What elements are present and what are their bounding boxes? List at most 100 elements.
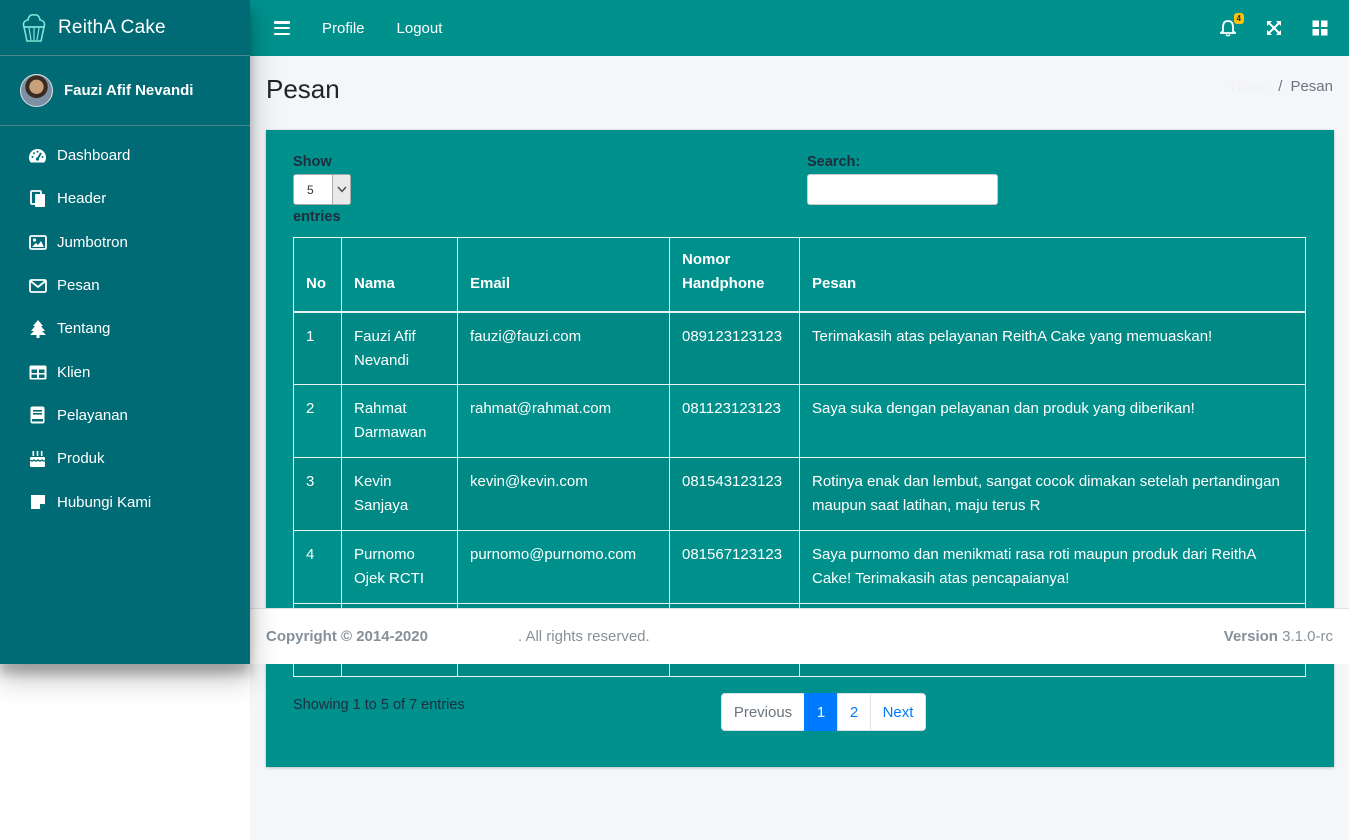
version-info: Version 3.1.0-rc	[1224, 628, 1333, 645]
show-label: Show	[293, 154, 332, 170]
copyright-text: Copyright © 2014-2020	[266, 628, 428, 645]
pesan-card: Show 5 entries Search: No Nama Email Nom…	[266, 130, 1334, 767]
avatar	[20, 74, 53, 107]
page-title: Pesan	[266, 74, 340, 104]
table-row: 1 Fauzi Afif Nevandi fauzi@fauzi.com 089…	[293, 311, 1306, 385]
cell-nama: Rahmat Darmawan	[341, 384, 458, 458]
sidebar-item-produk[interactable]: Produk	[0, 437, 250, 480]
sidebar-item-pelayanan[interactable]: Pelayanan	[0, 394, 250, 437]
cell-nama: Kevin Sanjaya	[341, 457, 458, 531]
bell-icon[interactable]: 4	[1219, 13, 1244, 37]
sidebar-item-header[interactable]: Header	[0, 177, 250, 220]
cell-email: rahmat@rahmat.com	[457, 384, 670, 458]
version-value: 3.1.0-rc	[1282, 628, 1333, 645]
pagination: Previous 1 2 Next	[721, 693, 926, 731]
cell-pesan: Saya purnomo dan menikmati rasa roti mau…	[799, 530, 1306, 604]
main-footer: Copyright © 2014-2020 . All rights reser…	[250, 608, 1349, 664]
cell-phone: 081123123123	[669, 384, 800, 458]
cell-phone: 081567123123	[669, 530, 800, 604]
sidebar-underlay	[0, 664, 250, 840]
column-header-pesan[interactable]: Pesan	[799, 237, 1306, 313]
tree-icon	[28, 319, 47, 338]
sidebar-item-klien[interactable]: Klien	[0, 350, 250, 393]
column-header-nomor-handphone-label: Nomor Handphone	[682, 250, 765, 292]
cell-email: fauzi@fauzi.com	[457, 311, 670, 385]
cell-email: purnomo@purnomo.com	[457, 530, 670, 604]
chevron-down-icon	[332, 175, 350, 204]
next-button[interactable]: Next	[870, 693, 926, 731]
cell-email: kevin@kevin.com	[457, 457, 670, 531]
entries-label: entries	[293, 209, 341, 225]
column-header-nama[interactable]: Nama	[341, 237, 458, 313]
top-navbar: Profile Logout 4	[250, 0, 1349, 56]
sidebar-item-label: Tentang	[57, 320, 111, 338]
table-row: 4 Purnomo Ojek RCTI purnomo@purnomo.com …	[293, 530, 1306, 604]
cell-no: 2	[293, 384, 342, 458]
image-icon	[28, 233, 47, 252]
sidebar-item-hubungi-kami[interactable]: Hubungi Kami	[0, 480, 250, 523]
cell-phone: 081543123123	[669, 457, 800, 531]
breadcrumb-home[interactable]: Home	[1230, 78, 1270, 95]
page-2-button[interactable]: 2	[837, 693, 871, 731]
main-sidebar: ReithA Cake Fauzi Afif Nevandi Dashboard…	[0, 0, 250, 664]
cell-pesan: Saya suka dengan pelayanan dan produk ya…	[799, 384, 1306, 458]
cell-no: 1	[293, 311, 342, 385]
column-header-no[interactable]: No	[293, 237, 342, 313]
notification-badge: 4	[1233, 13, 1244, 24]
sidebar-item-label: Header	[57, 190, 107, 208]
column-header-nomor-handphone[interactable]: Nomor Handphone	[669, 237, 800, 313]
cell-phone: 089123123123	[669, 311, 800, 385]
cell-pesan: Terimakasih atas pelayanan ReithA Cake y…	[799, 311, 1306, 385]
breadcrumb-separator: /	[1278, 78, 1283, 95]
sidebar-nav: Dashboard Header Jumbotron Pesan Tentang	[0, 126, 250, 524]
breadcrumb-current: Pesan	[1290, 78, 1333, 95]
page-size-select[interactable]: 5	[293, 174, 351, 205]
sidebar-item-label: Pelayanan	[57, 406, 128, 424]
cell-nama: Fauzi Afif Nevandi	[341, 311, 458, 385]
table-row: 2 Rahmat Darmawan rahmat@rahmat.com 0811…	[293, 384, 1306, 458]
sidebar-item-label: Jumbotron	[57, 233, 128, 251]
breadcrumb: Home / Pesan	[1230, 78, 1333, 95]
menu-toggle-icon[interactable]	[274, 21, 290, 35]
sidebar-item-label: Dashboard	[57, 147, 131, 165]
user-panel[interactable]: Fauzi Afif Nevandi	[0, 56, 250, 126]
sticky-note-icon	[28, 493, 47, 512]
brand-link[interactable]: ReithA Cake	[0, 0, 250, 56]
birthday-cake-icon	[28, 449, 47, 468]
search-input[interactable]	[807, 174, 998, 205]
sidebar-item-label: Klien	[57, 363, 91, 381]
book-icon	[28, 406, 47, 425]
table-icon	[28, 363, 47, 382]
fullscreen-icon[interactable]	[1265, 19, 1283, 37]
navbar-right: 4	[1191, 0, 1329, 56]
search-label: Search:	[807, 154, 861, 170]
sidebar-item-pesan[interactable]: Pesan	[0, 264, 250, 307]
tachometer-icon	[28, 146, 47, 165]
cell-no: 4	[293, 530, 342, 604]
page-size-value: 5	[307, 183, 314, 197]
logout-link[interactable]: Logout	[397, 20, 443, 37]
th-large-icon[interactable]	[1311, 19, 1329, 37]
copy-icon	[28, 189, 47, 208]
sidebar-item-dashboard[interactable]: Dashboard	[0, 134, 250, 177]
profile-link[interactable]: Profile	[322, 20, 365, 37]
sidebar-item-label: Hubungi Kami	[57, 493, 152, 511]
page-1-button[interactable]: 1	[804, 693, 838, 731]
version-label: Version	[1223, 628, 1278, 645]
table-info: Showing 1 to 5 of 7 entries	[293, 697, 465, 713]
sidebar-item-label: Pesan	[57, 277, 100, 295]
sidebar-item-jumbotron[interactable]: Jumbotron	[0, 221, 250, 264]
cell-no: 3	[293, 457, 342, 531]
sidebar-item-tentang[interactable]: Tentang	[0, 307, 250, 350]
cupcake-icon	[22, 13, 46, 42]
table-row: 3 Kevin Sanjaya kevin@kevin.com 08154312…	[293, 457, 1306, 531]
user-name[interactable]: Fauzi Afif Nevandi	[64, 82, 193, 99]
sidebar-item-label: Produk	[57, 450, 105, 468]
envelope-icon	[28, 276, 47, 295]
table-header-row: No Nama Email Nomor Handphone Pesan	[293, 237, 1306, 313]
rights-text: . All rights reserved.	[517, 628, 650, 645]
column-header-email[interactable]: Email	[457, 237, 670, 313]
previous-button[interactable]: Previous	[721, 693, 805, 731]
cell-nama: Purnomo Ojek RCTI	[341, 530, 458, 604]
brand-name: ReithA Cake	[58, 16, 166, 38]
